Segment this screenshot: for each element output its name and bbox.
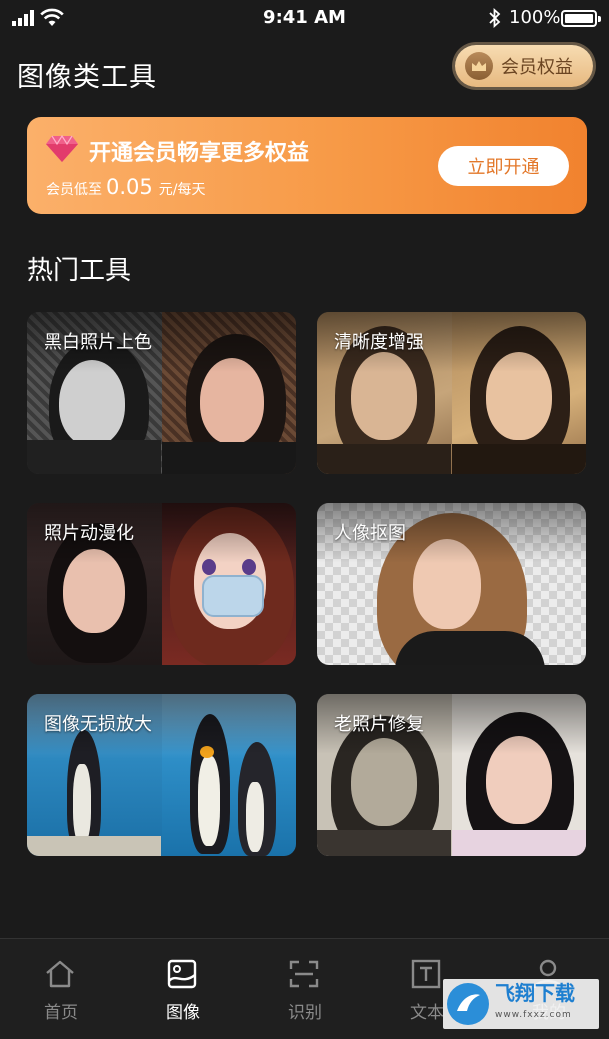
image-icon (167, 959, 197, 989)
tool-card-cutout[interactable]: 人像抠图 (317, 503, 586, 665)
diamond-icon (46, 135, 78, 162)
tool-card-restore[interactable]: 老照片修复 (317, 694, 586, 856)
open-membership-button[interactable]: 立即开通 (438, 146, 569, 186)
battery-icon (561, 10, 601, 27)
tab-home[interactable]: 首页 (11, 939, 111, 1029)
membership-banner[interactable]: 开通会员畅享更多权益 会员低至 0.05 元/每天 立即开通 (27, 117, 587, 214)
tab-image[interactable]: 图像 (133, 939, 233, 1029)
tool-label: 黑白照片上色 (44, 332, 152, 353)
tool-label: 清晰度增强 (334, 332, 424, 353)
vip-benefits-button[interactable]: 会员权益 (455, 45, 593, 87)
crown-icon (465, 52, 493, 80)
watermark-brand: 飞翔下载 (495, 981, 575, 1005)
tab-recognize-label: 识别 (288, 1003, 322, 1023)
banner-sub-prefix: 会员低至 (46, 182, 102, 198)
tool-label: 照片动漫化 (44, 523, 134, 544)
vip-benefits-label: 会员权益 (501, 57, 573, 78)
bluetooth-icon (489, 8, 501, 28)
page-title: 图像类工具 (17, 62, 157, 93)
text-icon (411, 959, 441, 989)
banner-price: 0.05 (106, 175, 153, 199)
scan-icon (289, 960, 319, 988)
tool-label: 老照片修复 (334, 714, 424, 735)
banner-subtitle: 会员低至 0.05 元/每天 (46, 175, 205, 199)
tab-image-label: 图像 (166, 1003, 200, 1023)
banner-title: 开通会员畅享更多权益 (89, 141, 310, 166)
banner-sub-suffix: 元/每天 (158, 182, 206, 198)
battery-percent: 100% (509, 7, 561, 28)
tool-label: 人像抠图 (334, 523, 406, 544)
tool-label: 图像无损放大 (44, 714, 152, 735)
watermark-logo-icon (447, 983, 489, 1025)
tool-card-anime[interactable]: 照片动漫化 (27, 503, 296, 665)
status-bar: 9:41 AM 100% (0, 0, 609, 36)
watermark-url: www.fxxz.com (495, 1010, 572, 1020)
tool-card-upscale[interactable]: 图像无损放大 (27, 694, 296, 856)
home-icon (46, 960, 74, 988)
site-watermark: 飞翔下载 www.fxxz.com (443, 979, 599, 1029)
tool-card-enhance[interactable]: 清晰度增强 (317, 312, 586, 474)
tab-home-label: 首页 (44, 1003, 78, 1023)
section-title: 热门工具 (27, 256, 132, 286)
tool-card-colorize[interactable]: 黑白照片上色 (27, 312, 296, 474)
tab-recognize[interactable]: 识别 (255, 939, 355, 1029)
